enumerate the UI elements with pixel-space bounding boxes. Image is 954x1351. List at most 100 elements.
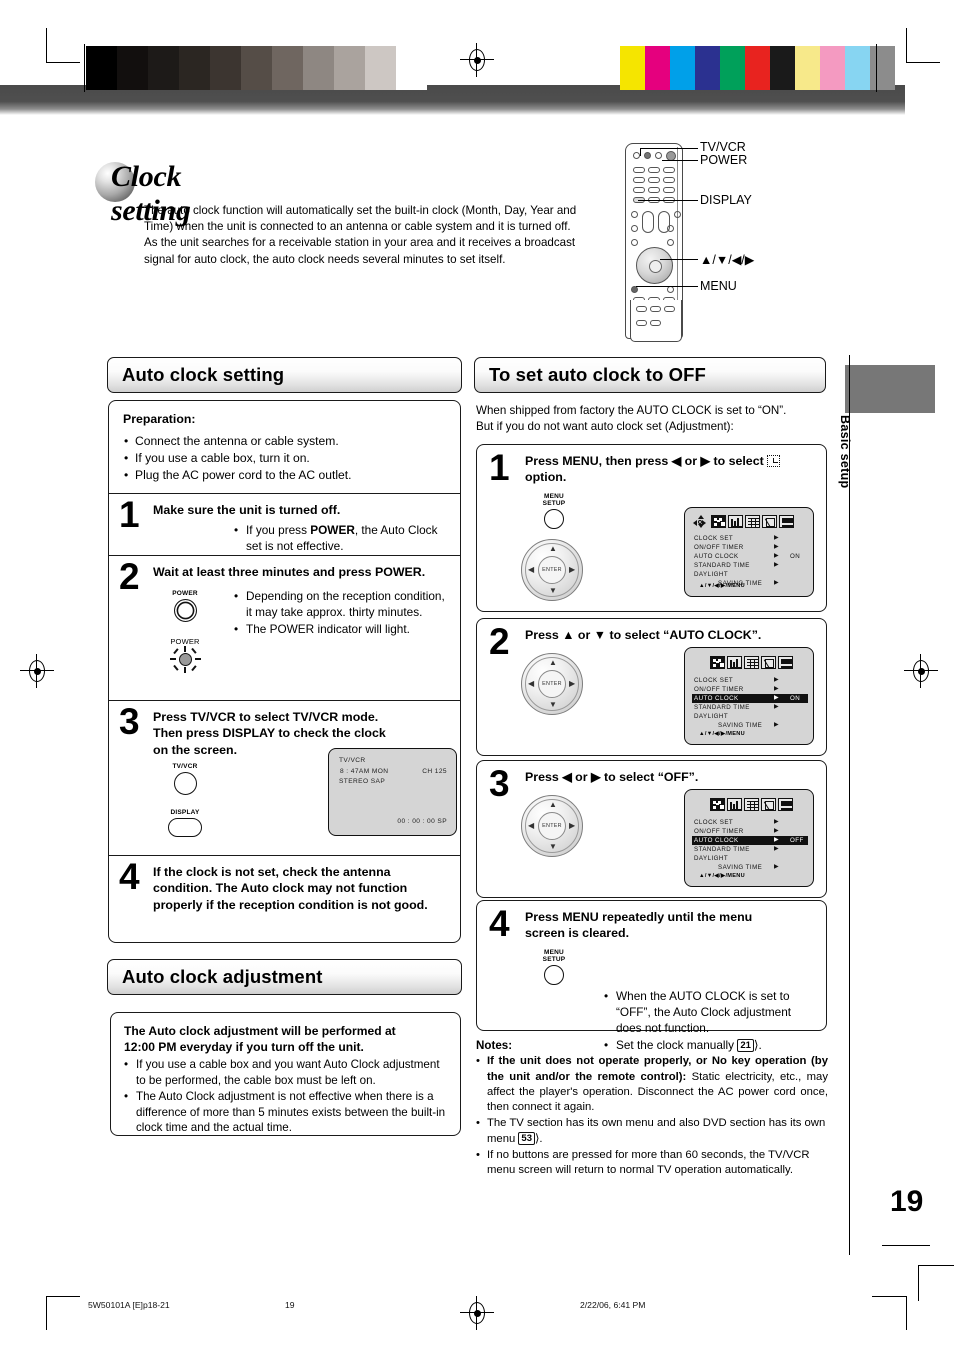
osd-row-value: OFF	[790, 837, 804, 844]
section-header-auto-clock-adjustment: Auto clock adjustment	[107, 959, 462, 995]
osd-menu-row[interactable]: SAVING TIME ▶	[692, 863, 808, 872]
button-caption: TV/VCR	[172, 763, 198, 770]
osd-footer-hint: ▲/▼/◀/▶/MENU	[699, 731, 745, 737]
remote-button-generic	[667, 225, 674, 232]
button-caption-line1: MENU	[544, 949, 564, 956]
step-title: Press MENU, then press ◀ or ▶ to select …	[525, 445, 815, 486]
osd-menu-row[interactable]: AUTO CLOCK ▶ OFF	[692, 836, 808, 845]
callout-label-display: DISPLAY	[700, 193, 752, 207]
led-ray	[173, 665, 179, 671]
osd-icon-lock	[761, 656, 776, 669]
icon-part	[717, 520, 720, 522]
remote-button-generic	[667, 239, 674, 246]
osd-menu-row[interactable]: STANDARD TIME ▶	[692, 561, 808, 570]
step-number: 1	[489, 447, 510, 488]
osd-row-label: DAYLIGHT	[694, 571, 729, 578]
osd-menu-row[interactable]: AUTO CLOCK ▶ ON	[692, 694, 808, 703]
dpad-enter-button: ENTER	[538, 670, 566, 698]
icon-part	[731, 526, 742, 527]
osd-icon-clock	[710, 798, 725, 811]
osd-row-label: STANDARD TIME	[694, 562, 750, 569]
dpad-illustration-2: ▲ ▼ ◀ ▶ ENTER	[521, 653, 583, 715]
list-item: If you use a cable box, turn it on.	[123, 450, 446, 467]
osd-screen-2: CLOCK SET ▶ ON/OFF TIMER ▶ AUTO CLOCK ▶ ON STAN…	[684, 647, 814, 745]
icon-part	[716, 661, 719, 663]
page-edge-rule	[849, 355, 850, 1255]
tvvcr-button-illustration: TV/VCR	[157, 763, 213, 795]
step-number: 1	[119, 494, 140, 535]
osd-menu-row[interactable]: ON/OFF TIMER ▶	[692, 543, 808, 552]
icon-part	[782, 525, 793, 527]
page-number: 19	[890, 1185, 924, 1218]
remote-button-generic	[631, 225, 638, 232]
remote-button-generic	[663, 167, 675, 173]
callout-line-power	[662, 160, 698, 161]
icon-part	[720, 663, 724, 667]
remote-button-generic	[633, 177, 645, 183]
osd-menu-row[interactable]: AUTO CLOCK ▶ ON	[692, 552, 808, 561]
remote-button-menu	[631, 286, 638, 293]
icon-part	[747, 801, 758, 803]
icon-part	[748, 524, 759, 526]
osd-row-label: SAVING TIME	[718, 864, 763, 871]
osd-icon-audio	[728, 515, 743, 528]
osd-icon-clock	[711, 515, 726, 528]
footer-page: 19	[285, 1300, 295, 1310]
button-caption: DISPLAY	[170, 809, 200, 816]
list-item: If you press POWER, the Auto Clock set i…	[234, 522, 450, 554]
preparation-heading: Preparation:	[123, 412, 196, 426]
remote-button-generic	[664, 306, 675, 312]
osd-row-arrow-icon: ▶	[774, 837, 780, 843]
osd-menu-row[interactable]: DAYLIGHT	[692, 570, 808, 579]
osd-icon-row	[710, 798, 793, 811]
dpad-down-arrow-icon: ▼	[549, 700, 557, 709]
osd-menu-row[interactable]: DAYLIGHT	[692, 854, 808, 863]
icon-part	[730, 802, 732, 809]
osd-menu-row[interactable]: STANDARD TIME ▶	[692, 845, 808, 854]
list-item: Plug the AC power cord to the AC outlet.	[123, 467, 446, 484]
off-step-1-panel: 1 Press MENU, then press ◀ or ▶ to selec…	[476, 444, 827, 612]
icon-part	[781, 659, 792, 664]
callout-label-menu: MENU	[700, 279, 737, 293]
step-1: 1 Make sure the unit is turned off. If y…	[109, 493, 460, 555]
osd-row-arrow-icon: ▶	[774, 864, 780, 870]
osd-menu-row[interactable]: STANDARD TIME ▶	[692, 703, 808, 712]
icon-part	[713, 664, 716, 667]
osd-menu-row[interactable]: SAVING TIME ▶	[692, 721, 808, 730]
osd-icon-audio	[727, 798, 742, 811]
section-header-auto-clock-setting: Auto clock setting	[107, 357, 462, 393]
osd-menu-row[interactable]: CLOCK SET ▶	[692, 818, 808, 827]
dpad-illustration-3: ▲ ▼ ◀ ▶ ENTER	[521, 795, 583, 857]
osd-menu-row[interactable]: ON/OFF TIMER ▶	[692, 685, 808, 694]
list-item: Depending on the reception condition, it…	[234, 588, 450, 620]
remote-button-tvvcr	[644, 152, 651, 159]
osd-row-value: ON	[790, 695, 801, 702]
icon-part	[721, 522, 725, 526]
osd-row-label: CLOCK SET	[694, 819, 734, 826]
icon-part	[713, 806, 716, 809]
tv-screen-channel: CH 125	[422, 768, 447, 775]
step-title: Wait at least three minutes and press PO…	[153, 565, 426, 579]
osd-menu-row[interactable]: ON/OFF TIMER ▶	[692, 827, 808, 836]
remote-row-h	[636, 320, 661, 326]
osd-icon-lock	[761, 798, 776, 811]
osd-row-label: CLOCK SET	[694, 677, 734, 684]
footer-file-id: 5W50101A [E]p18-21	[88, 1300, 170, 1310]
remote-transport-row3	[631, 239, 674, 246]
page-ref-arrow: ⟩	[534, 1132, 540, 1145]
remote-button-generic	[648, 177, 660, 183]
callout-line-arrows	[660, 259, 698, 260]
osd-icon-video	[779, 515, 794, 528]
remote-button-generic	[674, 211, 681, 218]
step-title: Make sure the unit is turned off.	[153, 503, 341, 517]
list-item: Connect the antenna or cable system.	[123, 433, 446, 450]
remote-row-c	[633, 187, 675, 193]
osd-menu-row[interactable]: DAYLIGHT	[692, 712, 808, 721]
remote-button-generic	[636, 320, 647, 326]
step-number: 3	[489, 763, 510, 804]
remote-button-generic	[663, 187, 675, 193]
icon-part	[781, 666, 792, 668]
osd-menu-row[interactable]: CLOCK SET ▶	[692, 676, 808, 685]
step-3: 3 Press TV/VCR to select TV/VCR mode. Th…	[109, 700, 460, 855]
osd-menu-row[interactable]: CLOCK SET ▶	[692, 534, 808, 543]
